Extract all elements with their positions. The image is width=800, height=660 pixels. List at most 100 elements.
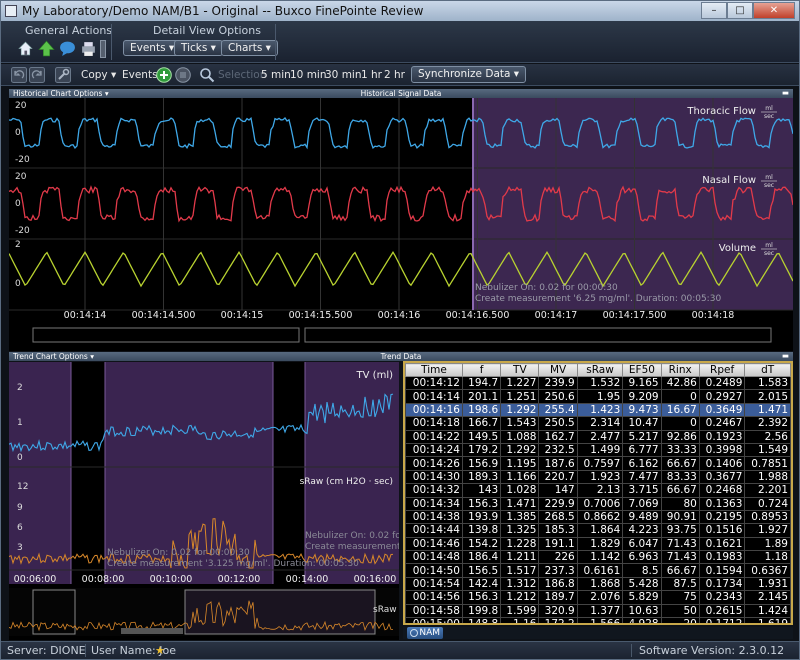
- column-header-mv[interactable]: MV: [538, 363, 578, 377]
- table-row[interactable]: 00:14:34 156.3 1.471 229.9 0.7006 7.069 80 0.13…: [405, 496, 791, 511]
- trend-annotation-right-line2: Create measurement: [305, 542, 399, 552]
- table-cell-time: 00:14:34: [405, 496, 463, 511]
- column-header-sraw[interactable]: sRaw: [576, 363, 624, 377]
- duration-10min-button[interactable]: 10 min: [290, 67, 327, 83]
- table-row[interactable]: 00:14:18 166.7 1.543 250.5 2.314 10.47 0 0.2467…: [405, 416, 791, 431]
- table-cell-rinx: 71.43: [660, 550, 700, 565]
- undo-icon[interactable]: [11, 67, 27, 83]
- table-row[interactable]: 00:14:30 189.3 1.166 220.7 1.923 7.477 83.33 0.…: [405, 469, 791, 485]
- historical-chart-options-button[interactable]: Historical Chart Options ▾: [13, 89, 109, 98]
- trend-chart-options-button[interactable]: Trend Chart Options ▾: [13, 352, 94, 361]
- table-row[interactable]: 00:14:50 156.5 1.517 237.3 0.6161 8.5 66.67 0.1…: [405, 563, 791, 578]
- table-cell-ef50: 4.928: [622, 617, 662, 623]
- record-event-icon[interactable]: [175, 67, 191, 83]
- table-cell-f: 199.8: [461, 603, 502, 619]
- table-tab-strip: NAM: [403, 627, 793, 639]
- table-cell-mv: 147: [538, 483, 578, 498]
- duration-30min-button[interactable]: 30 min: [325, 67, 362, 83]
- table-cell-sraw: 1.532: [576, 375, 624, 391]
- column-header-rinx[interactable]: Rinx: [660, 363, 700, 377]
- table-cell-rinx: 87.5: [660, 576, 700, 592]
- trend-time-tick: 00:12:00: [218, 574, 261, 585]
- trend-overview-scrollbar[interactable]: [121, 628, 183, 634]
- trend-data-table-container: Time f TV MV sRaw EF50 Rinx Rpef dT 00:14:12 194.…: [403, 361, 793, 625]
- column-header-ef50[interactable]: EF50: [622, 363, 662, 377]
- trend-data-table: Time f TV MV sRaw EF50 Rinx Rpef dT 00:14:12 194.…: [405, 363, 791, 623]
- window-controls: – □ ✕: [701, 2, 795, 19]
- table-cell-time: 00:14:38: [405, 509, 463, 525]
- nam-tab[interactable]: NAM: [407, 627, 443, 639]
- home-icon[interactable]: [17, 40, 34, 57]
- table-row[interactable]: 00:14:56 156.3 1.212 189.7 2.076 5.829 75 0.234…: [405, 590, 791, 605]
- window-title: My Laboratory/Demo NAM/B1 - Original -- …: [22, 4, 424, 18]
- table-cell-mv: 268.5: [538, 509, 578, 525]
- table-row[interactable]: 00:14:14 201.1 1.251 250.6 1.95 9.209 0 0.2927 2…: [405, 389, 791, 404]
- minimize-button[interactable]: –: [701, 2, 727, 19]
- add-event-icon[interactable]: [156, 67, 172, 83]
- table-cell-f: 156.9: [461, 456, 502, 471]
- sraw-tick-6: 6: [17, 523, 23, 533]
- table-cell-time: 00:14:12: [405, 375, 463, 391]
- print-icon[interactable]: [80, 40, 97, 57]
- historical-panel-collapse-button[interactable]: ▬: [782, 88, 789, 97]
- table-cell-tv: 1.251: [500, 389, 540, 404]
- table-row[interactable]: 00:14:48 186.4 1.211 226 1.142 6.963 71.43 0.19…: [405, 550, 791, 565]
- synchronize-data-button[interactable]: Synchronize Data ▾: [411, 66, 527, 83]
- column-header-time[interactable]: Time: [405, 363, 463, 377]
- table-cell-dt: 1.89: [744, 536, 791, 552]
- table-cell-ef50: 10.63: [622, 603, 662, 619]
- duration-5min-button[interactable]: 5 min: [261, 67, 291, 83]
- table-cell-sraw: 0.7006: [576, 496, 624, 511]
- table-row[interactable]: 00:15:00 148.8 1.16 172.2 1.566 4.928 20 0.1712…: [405, 617, 791, 623]
- column-header-tv[interactable]: TV: [500, 363, 540, 377]
- table-cell-time: 00:14:30: [405, 469, 463, 485]
- table-cell-sraw: 2.477: [576, 429, 624, 444]
- historical-time-tick: 00:14:16: [378, 310, 421, 321]
- close-button[interactable]: ✕: [753, 2, 795, 19]
- table-cell-rinx: 50: [660, 603, 700, 619]
- trend-panel-collapse-button[interactable]: ▬: [782, 351, 789, 360]
- tv-tick-0: 0: [17, 453, 23, 463]
- charts-dropdown-button[interactable]: Charts ▾: [221, 40, 278, 56]
- status-divider-2: [631, 644, 632, 657]
- table-cell-dt: 1.471: [744, 402, 791, 418]
- column-header-rpef[interactable]: Rpef: [698, 363, 746, 377]
- table-row[interactable]: 00:14:22 149.5 1.088 162.7 2.477 5.217 92.86 0.…: [405, 429, 791, 444]
- table-row[interactable]: 00:14:44 139.8 1.325 185.3 1.864 4.223 93.75 0.…: [405, 523, 791, 538]
- comment-icon[interactable]: [59, 40, 76, 57]
- duration-1hr-button[interactable]: 1 hr: [361, 67, 382, 83]
- table-row[interactable]: 00:14:38 193.9 1.385 268.5 0.8662 9.489 90.91 0…: [405, 509, 791, 525]
- tv-tick-2: 2: [17, 383, 23, 393]
- upload-arrow-icon[interactable]: [38, 40, 55, 57]
- table-row[interactable]: 00:14:46 154.2 1.228 191.1 1.829 6.047 71.43 0.…: [405, 536, 791, 552]
- copy-dropdown-button[interactable]: Copy ▾: [81, 67, 116, 83]
- events-dropdown-button[interactable]: Events ▾: [123, 40, 182, 56]
- table-cell-dt: 1.424: [744, 603, 791, 619]
- table-cell-rpef: 0.2195: [698, 509, 746, 525]
- zoom-icon[interactable]: [199, 67, 215, 83]
- table-cell-ef50: 5.829: [622, 590, 662, 605]
- table-row[interactable]: 00:14:54 142.4 1.312 186.8 1.868 5.428 87.5 0.1…: [405, 576, 791, 592]
- table-row[interactable]: 00:14:12 194.7 1.227 239.9 1.532 9.165 42.86 0.…: [405, 375, 791, 391]
- table-cell-ef50: 8.5: [622, 563, 662, 578]
- table-cell-f: 166.7: [461, 416, 502, 431]
- table-row[interactable]: 00:14:32 143 1.028 147 2.13 3.715 66.67 0.2468 2…: [405, 483, 791, 498]
- table-row[interactable]: 00:14:58 199.8 1.599 320.9 1.377 10.63 50 0.261…: [405, 603, 791, 619]
- table-row[interactable]: 00:14:26 156.9 1.195 187.6 0.7597 6.162 66.67 0…: [405, 456, 791, 471]
- maximize-button[interactable]: □: [727, 2, 753, 19]
- table-cell-time: 00:14:16: [405, 402, 463, 418]
- table-cell-dt: 1.619: [744, 617, 791, 623]
- ribbon-scroll-handle[interactable]: [100, 40, 106, 58]
- table-cell-rinx: 0: [660, 389, 700, 404]
- table-cell-f: 186.4: [461, 550, 502, 565]
- column-header-f[interactable]: f: [461, 363, 502, 377]
- redo-icon[interactable]: [29, 67, 45, 83]
- table-row[interactable]: 00:14:16 198.6 1.292 255.4 1.423 9.473 16.67 0.…: [405, 402, 791, 418]
- trend-annotation-right-line1: Nebulizer On: 0.02 for: [305, 531, 399, 541]
- column-header-dt[interactable]: dT: [744, 363, 791, 377]
- table-row[interactable]: 00:14:24 179.2 1.292 232.5 1.499 6.777 33.33 0.…: [405, 442, 791, 458]
- duration-2hr-button[interactable]: 2 hr: [384, 67, 405, 83]
- table-cell-mv: 226: [538, 550, 578, 565]
- wrench-icon[interactable]: [55, 67, 71, 83]
- ticks-dropdown-button[interactable]: Ticks ▾: [174, 40, 223, 56]
